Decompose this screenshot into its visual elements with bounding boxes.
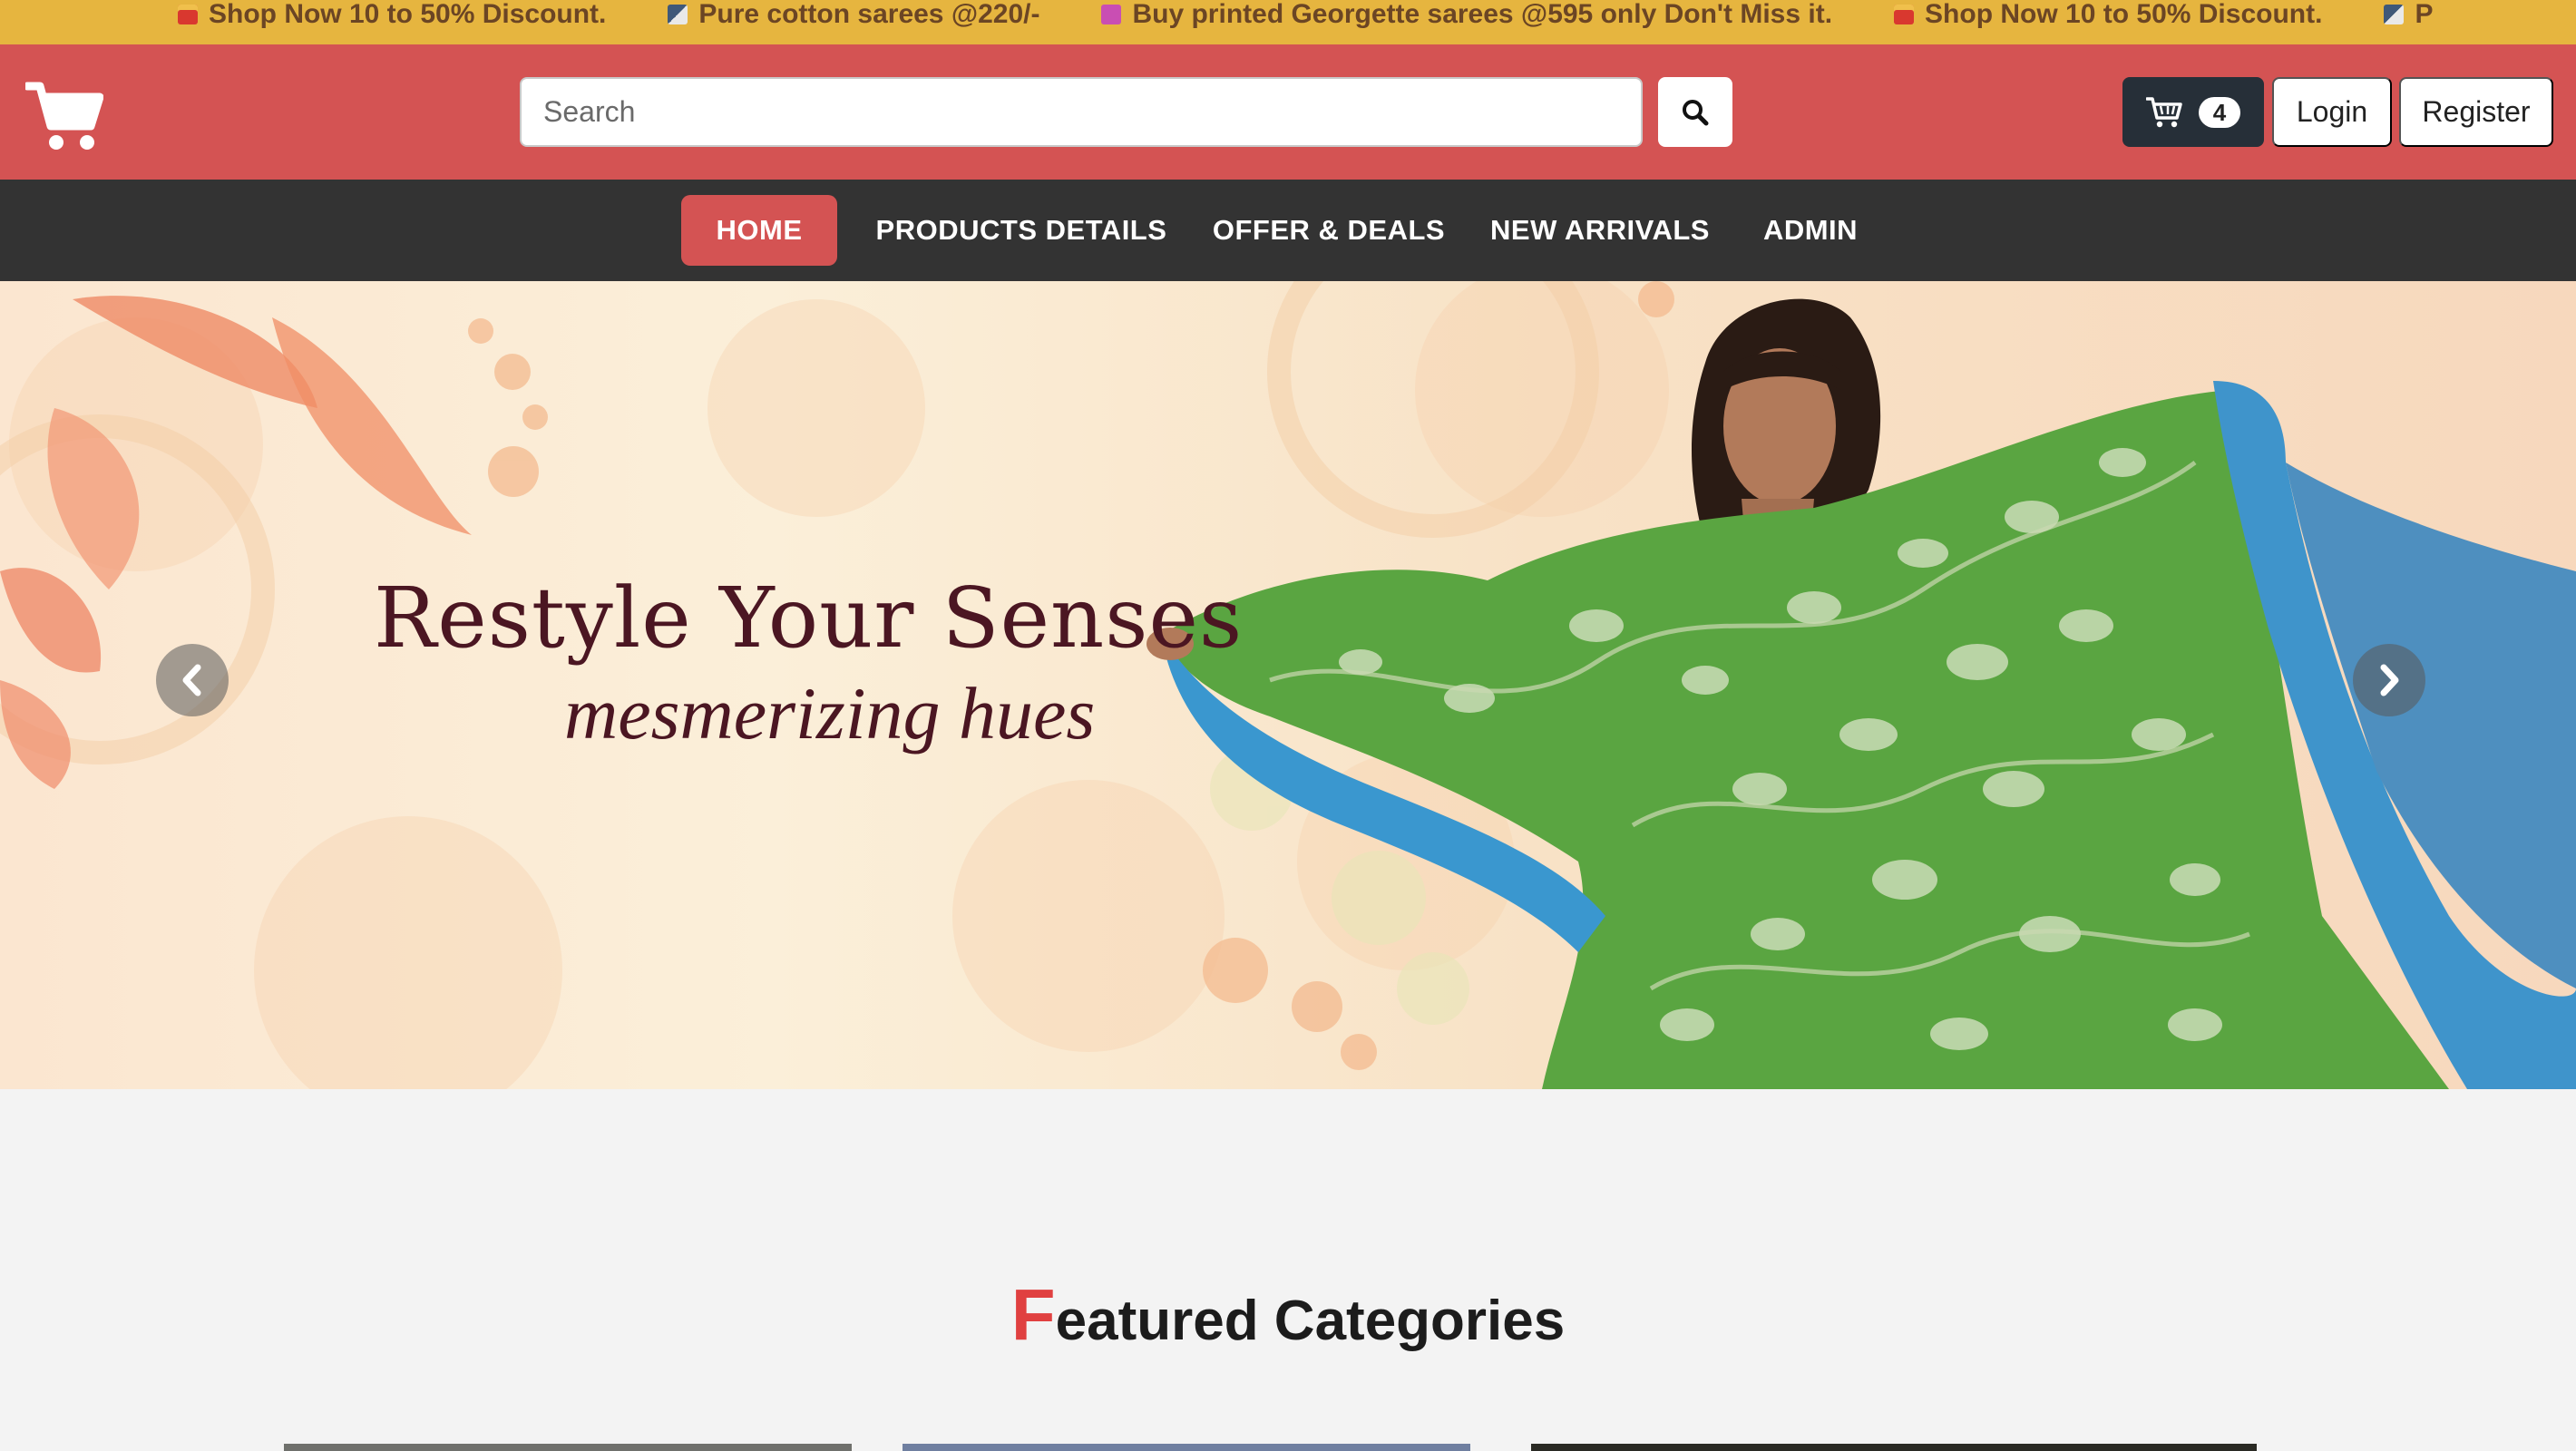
featured-first-letter: F bbox=[1010, 1274, 1056, 1355]
main-nav: HOME PRODUCTS DETAILS OFFER & DEALS NEW … bbox=[0, 180, 2576, 281]
hero-title: Restyle Your Senses bbox=[374, 570, 1244, 667]
marquee-item: Pure cotton sarees @220/- bbox=[668, 0, 1039, 30]
cart-button[interactable]: 4 bbox=[2122, 77, 2264, 147]
nav-item-products-details[interactable]: PRODUCTS DETAILS bbox=[869, 195, 1174, 266]
cart-icon bbox=[2146, 96, 2182, 127]
carousel-prev-button[interactable] bbox=[156, 644, 229, 716]
nav-item-new-arrivals[interactable]: NEW ARRIVALS bbox=[1484, 195, 1716, 266]
marquee-item: Shop Now 10 to 50% Discount. bbox=[1894, 0, 2322, 30]
marquee-text: Buy printed Georgette sarees @595 only D… bbox=[1132, 0, 1833, 29]
marquee-item: Buy printed Georgette sarees @595 only D… bbox=[1101, 0, 1832, 30]
login-button[interactable]: Login bbox=[2272, 77, 2392, 147]
marquee-item: Shop Now 10 to 50% Discount. bbox=[178, 0, 606, 30]
announcement-marquee: Shop Now 10 to 50% Discount. Pure cotton… bbox=[0, 0, 2576, 44]
site-header: 4 Login Register bbox=[0, 44, 2576, 180]
cart-count-badge: 4 bbox=[2199, 96, 2240, 128]
shopping-bags-icon bbox=[1101, 4, 1122, 24]
logo-link[interactable] bbox=[23, 81, 104, 151]
chevron-right-icon bbox=[2380, 664, 2399, 696]
shopping-cart-icon bbox=[23, 82, 104, 150]
marquee-text: P bbox=[2415, 0, 2434, 29]
hero-banner-image bbox=[0, 281, 2576, 1089]
hero-subtitle: mesmerizing hues bbox=[564, 672, 1096, 755]
flag-icon bbox=[2384, 4, 2405, 24]
category-card[interactable] bbox=[903, 1444, 1470, 1451]
marquee-item: P bbox=[2384, 0, 2433, 30]
nav-item-offer-deals[interactable]: OFFER & DEALS bbox=[1205, 195, 1453, 266]
flag-icon bbox=[668, 4, 688, 24]
gift-icon bbox=[178, 4, 198, 24]
nav-item-home[interactable]: HOME bbox=[681, 195, 837, 266]
marquee-track: Shop Now 10 to 50% Discount. Pure cotton… bbox=[178, 0, 2494, 44]
marquee-text: Shop Now 10 to 50% Discount. bbox=[1925, 0, 2323, 29]
featured-categories-heading: Featured Categories bbox=[0, 1273, 2576, 1357]
marquee-text: Pure cotton sarees @220/- bbox=[698, 0, 1040, 29]
hero-carousel: Restyle Your Senses mesmerizing hues bbox=[0, 281, 2576, 1089]
register-button[interactable]: Register bbox=[2399, 77, 2553, 147]
featured-title-rest: eatured Categories bbox=[1055, 1290, 1566, 1352]
carousel-next-button[interactable] bbox=[2353, 644, 2425, 716]
nav-item-admin[interactable]: ADMIN bbox=[1747, 195, 1874, 266]
category-card[interactable] bbox=[1531, 1444, 2257, 1451]
chevron-left-icon bbox=[182, 664, 201, 696]
category-card[interactable] bbox=[284, 1444, 852, 1451]
search-icon bbox=[1683, 99, 1709, 125]
marquee-text: Shop Now 10 to 50% Discount. bbox=[209, 0, 607, 29]
gift-icon bbox=[1894, 4, 1915, 24]
search-input[interactable] bbox=[520, 77, 1643, 147]
search-button[interactable] bbox=[1658, 77, 1732, 147]
